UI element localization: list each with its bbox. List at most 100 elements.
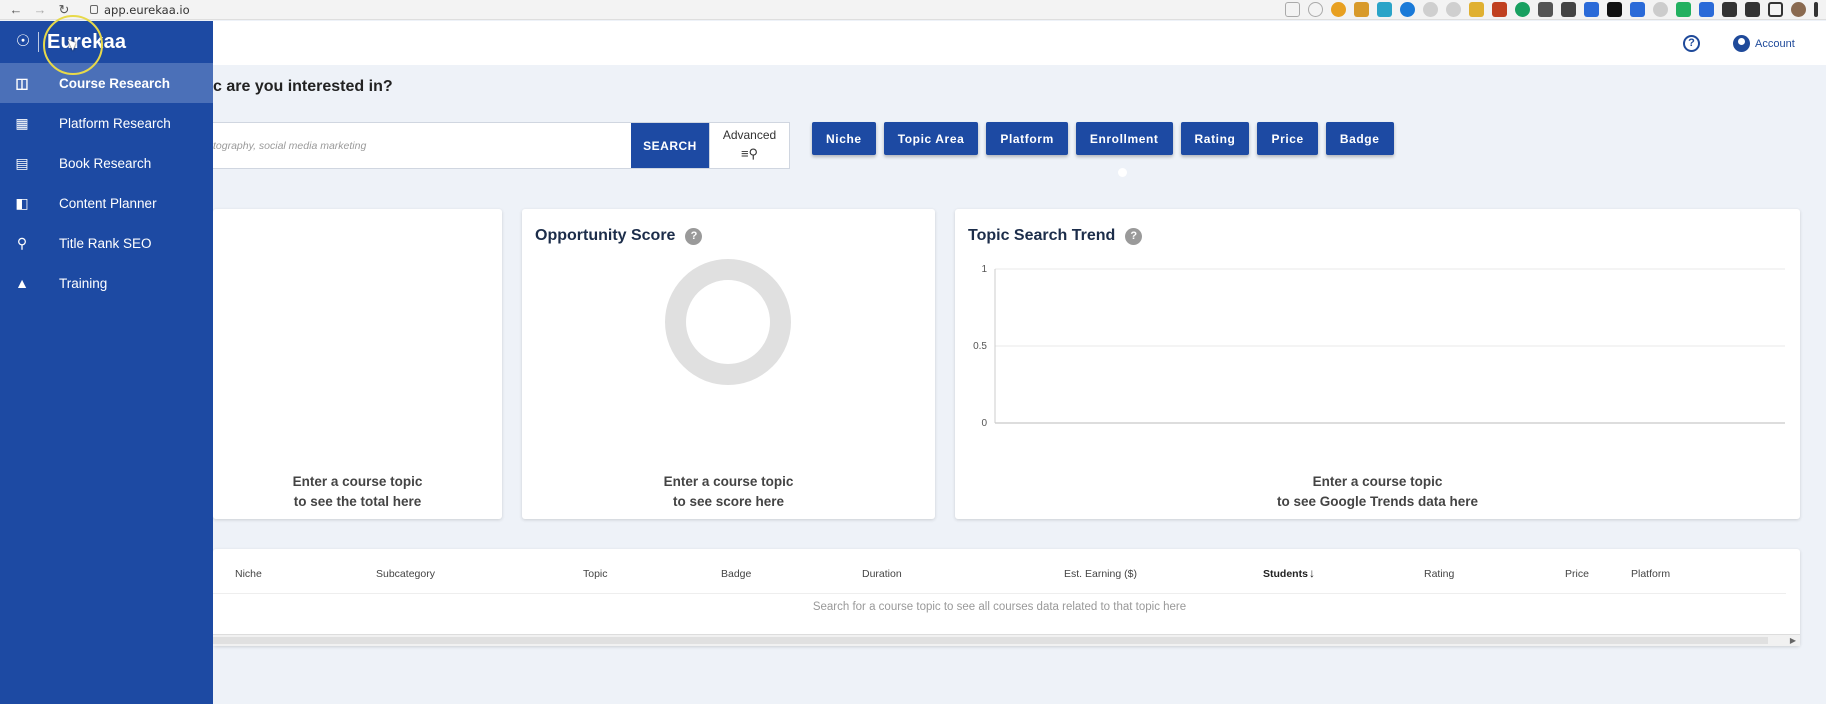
filter-enrollment-button[interactable]: Enrollment (1075, 122, 1173, 155)
filter-topic-area-button[interactable]: Topic Area (883, 122, 979, 155)
extension-icon[interactable] (1354, 2, 1369, 17)
sidebar-item-label: Platform Research (59, 115, 171, 131)
table-scrollbar[interactable]: ▶ (213, 634, 1800, 646)
total-card-message-line1: Enter a course topic (292, 474, 423, 489)
extension-icon[interactable] (1699, 2, 1714, 17)
address-bar[interactable]: app.eurekaa.io (90, 3, 190, 17)
filter-buttons: Niche Topic Area Platform Enrollment Rat… (812, 122, 1394, 155)
brand-logo[interactable]: ☉ Eurekaa (0, 21, 213, 63)
filter-price-button[interactable]: Price (1257, 122, 1318, 155)
table-column-header[interactable]: Platform (1631, 568, 1670, 580)
advanced-search-button[interactable]: Advanced ≡⚲ (709, 123, 789, 168)
sidebar-item-content-planner[interactable]: ◧ Content Planner (0, 183, 213, 223)
table-column-header[interactable]: Duration (862, 568, 902, 580)
filter-niche-button[interactable]: Niche (812, 122, 876, 155)
share-icon[interactable] (1285, 2, 1300, 17)
trend-message-line1: Enter a course topic (1312, 474, 1443, 489)
opportunity-score-donut (665, 259, 791, 385)
course-research-icon: ◫ (15, 74, 29, 91)
planner-icon: ◧ (15, 194, 29, 211)
sidebar-item-course-research[interactable]: ◫ Course Research (0, 63, 213, 103)
opportunity-message-line2: to see score here (672, 494, 785, 509)
scrollbar-thumb[interactable] (213, 637, 1768, 644)
sidebar-item-book-research[interactable]: ▤ Book Research (0, 143, 213, 183)
sidebar: ☉ Eurekaa ◫ Course Research ▦ Platform R… (0, 21, 213, 704)
total-card: Enter a course topic to see the total he… (213, 209, 502, 519)
sidebar-toggle-icon[interactable] (1768, 2, 1783, 17)
table-column-header[interactable]: Subcategory (376, 568, 435, 580)
extension-icon[interactable] (1492, 2, 1507, 17)
courses-table: Niche Subcategory Topic Badge Duration Est. E… (213, 549, 1800, 646)
account-icon (1733, 35, 1750, 52)
table-column-header[interactable]: Badge (721, 568, 751, 580)
help-icon[interactable]: ? (685, 227, 703, 245)
total-card-message-line2: to see the total here (293, 494, 422, 509)
table-empty-message: Search for a course topic to see all cou… (812, 601, 1187, 613)
table-column-header[interactable]: Est. Earning ($) (1064, 568, 1137, 580)
help-icon[interactable]: ? (1683, 35, 1700, 52)
sidebar-item-platform-research[interactable]: ▦ Platform Research (0, 103, 213, 143)
extension-icon[interactable] (1561, 2, 1576, 17)
opportunity-score-title: Opportunity Score (535, 227, 676, 244)
filter-rating-button[interactable]: Rating (1180, 122, 1250, 155)
extension-icon[interactable] (1584, 2, 1599, 17)
extension-icon[interactable] (1423, 2, 1438, 17)
search-bar: SEARCH Advanced ≡⚲ (213, 122, 790, 169)
brand-divider (38, 32, 39, 52)
extension-icon[interactable] (1469, 2, 1484, 17)
table-divider (213, 593, 1786, 594)
extension-icon[interactable] (1538, 2, 1553, 17)
extension-icon[interactable] (1676, 2, 1691, 17)
trend-y-tick-label: 0.5 (973, 341, 987, 352)
table-column-header[interactable]: Price (1565, 568, 1589, 580)
filter-search-icon: ≡⚲ (740, 146, 759, 161)
extension-icon[interactable] (1377, 2, 1392, 17)
sidebar-item-label: Content Planner (59, 195, 157, 211)
table-column-header[interactable]: Students (1263, 568, 1308, 580)
trend-message: Enter a course topic to see Google Trend… (955, 472, 1800, 512)
extension-icon[interactable] (1630, 2, 1645, 17)
scroll-right-icon[interactable]: ▶ (1790, 636, 1796, 645)
url-text: app.eurekaa.io (104, 2, 190, 17)
account-button[interactable]: Account (1733, 35, 1795, 52)
puzzle-icon[interactable] (1745, 2, 1760, 17)
back-icon[interactable]: ← (8, 2, 24, 18)
extension-icon[interactable] (1515, 2, 1530, 17)
sort-descending-icon[interactable]: ↓ (1309, 566, 1315, 580)
extension-icon[interactable] (1446, 2, 1461, 17)
extension-icon[interactable] (1331, 2, 1346, 17)
platform-research-icon: ▦ (15, 114, 29, 131)
lock-icon (90, 5, 98, 14)
table-column-header[interactable]: Rating (1424, 568, 1454, 580)
topic-search-trend-card: Topic Search Trend ? 1 0.5 0 Enter a cours… (955, 209, 1800, 519)
trend-message-line2: to see Google Trends data here (1276, 494, 1479, 509)
total-card-message: Enter a course topic to see the total he… (213, 472, 502, 512)
opportunity-score-message: Enter a course topic to see score here (522, 472, 935, 512)
indicator-dot (1118, 168, 1127, 177)
sidebar-item-title-rank-seo[interactable]: ⚲ Title Rank SEO (0, 223, 213, 263)
table-column-header[interactable]: Topic (583, 568, 608, 580)
extension-icon[interactable] (1400, 2, 1415, 17)
filter-platform-button[interactable]: Platform (986, 122, 1068, 155)
search-button[interactable]: SEARCH (631, 123, 709, 168)
forward-icon[interactable]: → (32, 2, 48, 18)
profile-avatar[interactable] (1791, 2, 1806, 17)
search-icon: ⚲ (16, 234, 28, 251)
browser-toolbar: ← → ↻ app.eurekaa.io (0, 0, 1826, 20)
extension-icon[interactable] (1653, 2, 1668, 17)
page-title: c are you interested in? (213, 78, 393, 95)
extension-icon[interactable] (1722, 2, 1737, 17)
sidebar-item-label: Book Research (59, 155, 152, 171)
opportunity-score-card: Opportunity Score ? Enter a course topic… (522, 209, 935, 519)
filter-badge-button[interactable]: Badge (1325, 122, 1394, 155)
trend-y-tick-label: 1 (981, 264, 987, 275)
extension-icon[interactable] (1607, 2, 1622, 17)
star-icon[interactable] (1308, 2, 1323, 17)
more-menu-icon[interactable] (1814, 2, 1818, 17)
sidebar-item-training[interactable]: ▲ Training (0, 263, 213, 303)
table-column-header[interactable]: Niche (235, 568, 262, 580)
trend-y-tick-label: 0 (981, 418, 987, 429)
extensions-bar (1285, 2, 1818, 17)
app-header: ? Account (0, 21, 1826, 65)
search-input[interactable] (213, 123, 631, 168)
